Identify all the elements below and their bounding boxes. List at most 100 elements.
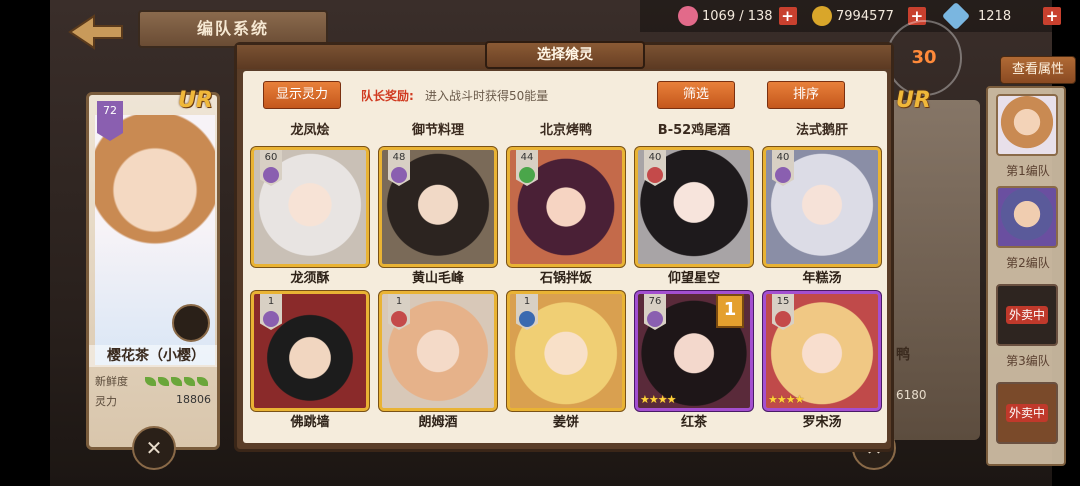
card-name: 佛跳墙	[290, 415, 330, 430]
add-gem-button[interactable]: +	[1043, 7, 1062, 25]
takeout-status: 外卖中	[1005, 306, 1048, 324]
prev-card-name[interactable]: 北京烤鸭	[507, 119, 625, 138]
character-card[interactable]: 44	[507, 147, 625, 267]
card-level-badge: 1	[260, 294, 282, 330]
leader-card[interactable]: 72 樱花茶（小樱） 新鲜度 灵力 18806	[86, 92, 220, 450]
card-level: 48	[392, 152, 406, 163]
element-icon	[775, 167, 791, 183]
right-slot-value: 6180	[896, 388, 927, 402]
add-stamina-button[interactable]: +	[778, 7, 797, 25]
team-4-thumbnail[interactable]: 外卖中	[996, 382, 1058, 444]
character-card[interactable]: 40	[763, 147, 881, 267]
leaf-icon	[158, 377, 169, 386]
character-card[interactable]: 1	[507, 291, 625, 411]
element-icon	[775, 311, 791, 327]
star-rating: ★★★★	[768, 393, 804, 406]
dialog-title: 选择飨灵	[485, 41, 645, 69]
team-2-thumbnail[interactable]	[996, 186, 1058, 248]
select-character-dialog: 选择飨灵 显示灵力 队长奖励: 进入战斗时获得50能量 筛选 排序 龙凤烩 御节…	[234, 41, 894, 452]
gem-icon	[941, 1, 971, 31]
leader-level-badge: 72	[97, 101, 123, 141]
character-card[interactable]: 40	[635, 147, 753, 267]
character-card[interactable]: 48	[379, 147, 497, 267]
character-card[interactable]: 1	[379, 291, 497, 411]
leader-bonus-text: 进入战斗时获得50能量	[425, 89, 549, 103]
element-icon	[263, 167, 279, 183]
card-level: 40	[648, 152, 662, 163]
card-name: 龙须酥	[290, 271, 330, 286]
character-card[interactable]: 15 ★★★★	[763, 291, 881, 411]
character-card[interactable]: 1	[251, 291, 369, 411]
card-level: 40	[776, 152, 790, 163]
star-rating: ★★★★	[640, 393, 676, 406]
element-icon	[391, 167, 407, 183]
card-name: 仰望星空	[667, 271, 720, 286]
element-icon	[263, 311, 279, 327]
card-level-badge: 60	[260, 150, 282, 186]
team-3-label[interactable]: 第3编队	[988, 352, 1068, 369]
takeout-status: 外卖中	[1005, 404, 1048, 422]
card-name: 朗姆酒	[418, 415, 458, 430]
prev-card-name[interactable]: 御节料理	[379, 119, 497, 138]
right-team-slot[interactable]	[880, 100, 980, 440]
team-2-label[interactable]: 第2编队	[988, 254, 1068, 271]
card-level: 1	[523, 296, 531, 307]
dialog-body: 显示灵力 队长奖励: 进入战斗时获得50能量 筛选 排序 龙凤烩 御节料理 北京…	[243, 71, 887, 443]
card-level-badge: 40	[644, 150, 666, 186]
gem-resource: 1218 +	[941, 1, 1062, 31]
back-arrow-icon[interactable]	[68, 14, 124, 50]
card-level: 1	[395, 296, 403, 307]
character-card[interactable]: 60	[251, 147, 369, 267]
card-level-badge: 1	[516, 294, 538, 330]
leaf-icon	[145, 377, 156, 386]
leader-rarity-badge: UR	[178, 88, 213, 113]
power-label: 灵力	[95, 395, 117, 408]
card-level: 76	[648, 296, 662, 307]
stamina-value: 1069 / 138	[702, 8, 773, 24]
team-1-label[interactable]: 第1编队	[988, 162, 1068, 179]
countdown-counter: 30	[886, 20, 962, 96]
leader-name: 樱花茶（小樱）	[89, 345, 217, 367]
card-level-badge: 48	[388, 150, 410, 186]
equipment-socket[interactable]	[172, 304, 210, 342]
leaf-icon	[197, 377, 208, 386]
freshness-leaves	[143, 376, 208, 389]
leaf-icon	[171, 377, 182, 386]
card-name: 石锅拌饭	[539, 271, 592, 286]
right-rarity-badge: UR	[896, 88, 931, 113]
game-screen: 1069 / 138 + 7994577 + 1218 + 编队系统 30 查看…	[0, 0, 1080, 486]
card-level: 44	[520, 152, 534, 163]
show-power-button[interactable]: 显示灵力	[263, 81, 341, 109]
power-value: 18806	[176, 393, 211, 406]
card-level-badge: 76	[644, 294, 666, 330]
card-name: 红茶	[680, 415, 707, 430]
stamina-resource: 1069 / 138 +	[678, 4, 797, 28]
gem-value: 1218	[978, 8, 1012, 24]
team-list-panel: 第1编队 第2编队 外卖中 第3编队 外卖中	[986, 86, 1066, 466]
view-attributes-button[interactable]: 查看属性	[1000, 56, 1076, 84]
element-icon	[647, 167, 663, 183]
character-card[interactable]: 76 1 ★★★★	[635, 291, 753, 411]
card-level-badge: 1	[388, 294, 410, 330]
card-level-badge: 44	[516, 150, 538, 186]
leader-bonus-label: 队长奖励:	[361, 89, 414, 103]
card-level: 15	[776, 296, 790, 307]
freshness-label: 新鲜度	[95, 375, 128, 388]
right-slot-name: 鸭	[896, 347, 910, 363]
cutlery-icon[interactable]: ✕	[132, 426, 176, 470]
prev-card-name[interactable]: B-52鸡尾酒	[635, 119, 753, 138]
team-position-badge: 1	[716, 294, 744, 328]
team-3-thumbnail[interactable]: 外卖中	[996, 284, 1058, 346]
element-icon	[391, 311, 407, 327]
coin-icon	[812, 6, 832, 26]
card-level-badge: 15	[772, 294, 794, 330]
team-1-thumbnail[interactable]	[996, 94, 1058, 156]
card-name: 黄山毛峰	[411, 271, 464, 286]
element-icon	[519, 311, 535, 327]
element-icon	[647, 311, 663, 327]
prev-card-name[interactable]: 龙凤烩	[251, 119, 369, 138]
card-name: 罗宋汤	[802, 415, 842, 430]
filter-button[interactable]: 筛选	[657, 81, 735, 109]
sort-button[interactable]: 排序	[767, 81, 845, 109]
prev-card-name[interactable]: 法式鹅肝	[763, 119, 881, 138]
